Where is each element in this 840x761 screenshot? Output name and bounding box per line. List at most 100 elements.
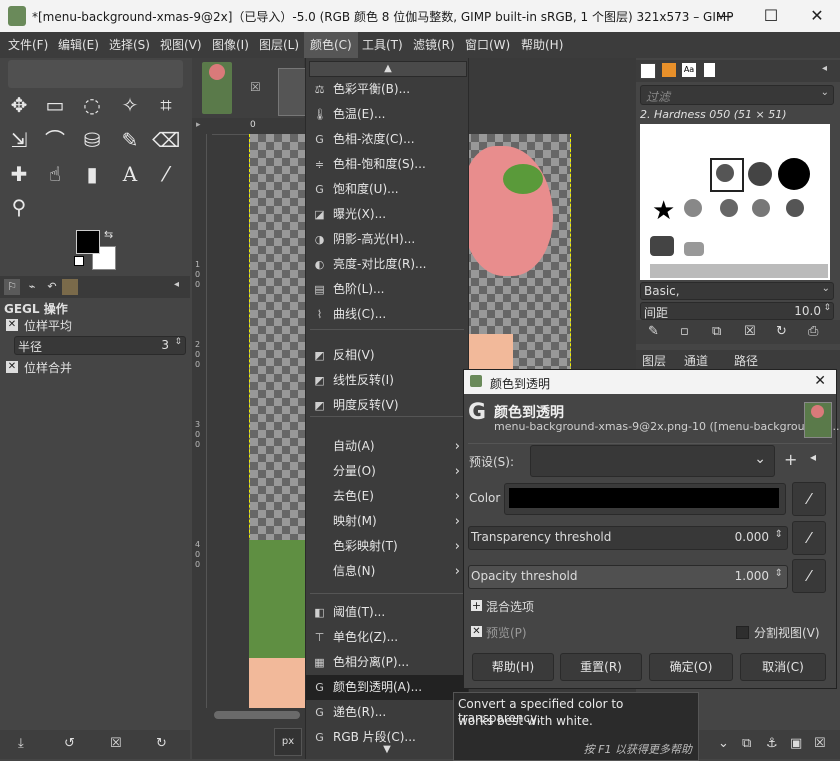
spin-arrows-icon[interactable]: ⇕ [775, 529, 783, 540]
menu-item[interactable]: 🌡 色温(E)... [306, 102, 468, 127]
menu-item[interactable]: 映射(M) › [306, 509, 468, 534]
menu-item[interactable]: 去色(E) › [306, 484, 468, 509]
paintbrush-tool-icon[interactable]: ✎ [116, 126, 144, 154]
reset-options-icon[interactable]: ↻ [156, 736, 167, 751]
menu-item[interactable]: G 颜色到透明(A)... [306, 675, 468, 700]
menu-filters[interactable]: 滤镜(R) [407, 32, 461, 58]
undo-history-tab-icon[interactable]: ↶ [44, 279, 60, 295]
chevron-down-icon[interactable]: ⌄ [821, 87, 829, 98]
brush-grid[interactable]: ★ [640, 124, 830, 280]
delete-layer-icon[interactable]: ☒ [814, 736, 826, 751]
foreground-color-swatch[interactable] [76, 230, 100, 254]
brushes-tab-icon[interactable] [640, 63, 656, 79]
delete-brush-icon[interactable]: ☒ [744, 324, 756, 339]
opacity-threshold-slider[interactable]: Opacity threshold 1.000 ⇕ [468, 565, 788, 589]
rect-select-tool-icon[interactable]: ▭ [41, 91, 69, 119]
brush-item[interactable] [786, 199, 804, 217]
menu-item[interactable]: ≑ 色相-饱和度(S)... [306, 152, 468, 177]
brush-row[interactable] [650, 264, 828, 278]
brush-filter-input[interactable]: 过滤 ⌄ [640, 85, 834, 105]
heal-tool-icon[interactable]: ✚ [5, 160, 33, 188]
horizontal-scrollbar[interactable] [192, 708, 305, 722]
zoom-tool-icon[interactable]: ⚲ [5, 193, 33, 221]
menu-item[interactable]: ◩ 线性反转(I) [306, 368, 468, 393]
images-tab-icon[interactable] [62, 279, 78, 295]
fuzzy-select-tool-icon[interactable]: ✧ [116, 91, 144, 119]
fonts-tab-icon[interactable]: Aa [682, 63, 696, 77]
lasso-tool-icon[interactable]: ◌ [78, 91, 106, 119]
menu-item[interactable]: 色彩映射(T) › [306, 534, 468, 559]
brush-item[interactable] [720, 199, 738, 217]
menu-item[interactable]: 分量(O) › [306, 459, 468, 484]
unit-selector[interactable]: px [274, 728, 302, 756]
image-thumbnail[interactable] [202, 62, 232, 114]
opacity-picker-icon[interactable]: ⁄ [792, 559, 826, 593]
chevron-down-icon[interactable]: ⌄ [754, 451, 766, 467]
minimize-button[interactable]: — [702, 0, 748, 32]
device-status-tab-icon[interactable]: ⌁ [24, 279, 40, 295]
cancel-button[interactable]: 取消(C) [740, 653, 826, 681]
tab-layers[interactable]: 图层 [642, 352, 666, 369]
preview-checkbox[interactable]: ✕ [471, 626, 482, 637]
menu-item[interactable]: G 色相-浓度(C)... [306, 127, 468, 152]
move-tool-icon[interactable]: ✥ [5, 91, 33, 119]
transparency-picker-icon[interactable]: ⁄ [792, 521, 826, 555]
restore-options-icon[interactable]: ↺ [64, 736, 75, 751]
dodge-burn-tool-icon[interactable]: ▮ [78, 160, 106, 188]
dock-menu-icon[interactable]: ◂ [822, 63, 827, 74]
default-colors-icon[interactable] [74, 256, 84, 266]
presets-combo[interactable]: ⌄ [530, 445, 775, 477]
menu-edit[interactable]: 编辑(E) [52, 32, 105, 58]
delete-options-icon[interactable]: ☒ [110, 736, 122, 751]
menu-windows[interactable]: 窗口(W) [459, 32, 516, 58]
menu-image[interactable]: 图像(I) [206, 32, 255, 58]
brush-item[interactable] [650, 236, 674, 256]
menu-item[interactable]: 自动(A) › [306, 434, 468, 459]
split-view-checkbox[interactable] [736, 626, 749, 639]
lower-layer-icon[interactable]: ⌄ [718, 736, 729, 751]
scrollbar-thumb[interactable] [214, 711, 300, 719]
menu-tools[interactable]: 工具(T) [356, 32, 409, 58]
brush-as-image-icon[interactable]: ⎙ [808, 324, 818, 339]
edit-brush-icon[interactable]: ✎ [648, 324, 659, 339]
menu-item[interactable]: ▤ 色阶(L)... [306, 277, 468, 302]
smudge-tool-icon[interactable]: ☝ [41, 160, 69, 188]
duplicate-brush-icon[interactable]: ⧉ [712, 324, 721, 339]
eraser-tool-icon[interactable]: ⌫ [152, 126, 180, 154]
help-button[interactable]: 帮助(H) [472, 653, 554, 681]
menu-layer[interactable]: 图层(L) [253, 32, 305, 58]
menu-item[interactable]: ◩ 明度反转(V) [306, 393, 468, 418]
chevron-down-icon[interactable]: ⌄ [822, 283, 830, 294]
crop-tool-icon[interactable]: ⌗ [152, 91, 180, 119]
menu-item[interactable]: ◩ 反相(V) [306, 343, 468, 368]
brush-item[interactable] [748, 162, 772, 186]
color-button[interactable] [504, 483, 786, 515]
blend-options-label[interactable]: 混合选项 [486, 598, 534, 615]
spin-arrows-icon[interactable]: ⇕ [775, 568, 783, 579]
brush-tag-input[interactable]: Basic, ⌄ [640, 282, 834, 300]
radius-spinbox[interactable]: 半径 3 ⇕ [14, 336, 186, 355]
close-tab-icon[interactable]: ☒ [250, 80, 261, 94]
maximize-button[interactable]: ☐ [748, 0, 794, 32]
menu-item[interactable]: ⚖ 色彩平衡(B)... [306, 77, 468, 102]
color-picker-icon[interactable]: ⁄ [792, 482, 826, 516]
ok-button[interactable]: 确定(O) [649, 653, 733, 681]
add-preset-icon[interactable]: + [784, 450, 797, 469]
unified-transform-tool-icon[interactable]: ⇲ [5, 126, 33, 154]
swap-colors-icon[interactable]: ⇆ [104, 228, 113, 241]
duplicate-layer-icon[interactable]: ⧉ [742, 736, 751, 751]
brush-item[interactable] [752, 199, 770, 217]
spacing-spinbox[interactable]: 间距 10.0 ⇕ [640, 302, 834, 320]
refresh-brushes-icon[interactable]: ↻ [776, 324, 787, 339]
save-options-icon[interactable]: ⤓ [18, 736, 24, 751]
mask-layer-icon[interactable]: ▣ [790, 736, 802, 751]
bucket-fill-tool-icon[interactable]: ⛁ [78, 126, 106, 154]
brush-item[interactable] [684, 242, 704, 256]
scroll-down-icon[interactable]: ▼ [309, 744, 465, 756]
menu-item[interactable]: G 递色(R)... [306, 700, 468, 725]
preset-menu-icon[interactable]: ◂ [810, 450, 816, 464]
tool-options-tab-icon[interactable]: ⚐ [4, 279, 20, 295]
document-history-tab-icon[interactable] [704, 63, 715, 77]
dock-menu-icon[interactable]: ◂ [174, 279, 179, 290]
new-brush-icon[interactable]: ▫ [680, 324, 689, 339]
